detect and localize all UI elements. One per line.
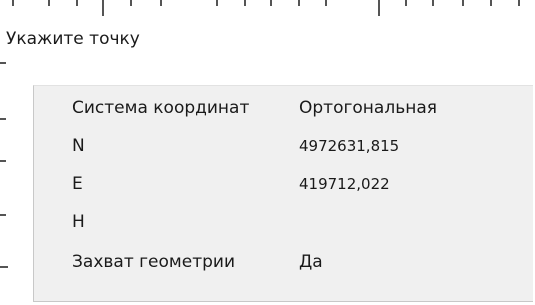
ruler-tick [462,0,464,6]
ruler-tick [76,0,78,6]
property-label: E [72,174,83,194]
ruler-tick [270,0,272,6]
ruler-tick [160,0,162,6]
ruler-tick [432,0,434,6]
top-ruler [0,0,535,20]
property-row-h[interactable]: H [34,204,534,240]
property-value[interactable]: Да [299,252,323,272]
left-ruler-tick [0,214,6,216]
property-value[interactable]: 419712,022 [299,175,390,193]
left-ruler-tick [0,62,6,64]
ruler-tick [490,0,492,6]
property-row-n[interactable]: N 4972631,815 [34,128,534,164]
property-label: H [72,212,85,232]
ruler-tick [12,0,14,6]
property-row-coordinate-system[interactable]: Система координат Ортогональная [34,90,534,126]
drawing-canvas[interactable]: Укажите точку Система координат Ортогона… [0,0,535,305]
left-ruler-tick [0,266,8,268]
ruler-tick [216,0,218,6]
property-value[interactable]: 4972631,815 [299,137,399,155]
ruler-tick [378,0,380,16]
property-label: Система координат [72,98,250,118]
ruler-tick [405,0,407,6]
property-label: N [72,136,85,156]
ruler-tick [130,0,132,6]
property-value[interactable]: Ортогональная [299,98,437,118]
dynamic-input-panel: Система координат Ортогональная N 497263… [33,85,533,302]
ruler-tick [518,0,520,6]
ruler-tick [298,0,300,6]
property-label: Захват геометрии [72,252,235,272]
property-row-e[interactable]: E 419712,022 [34,166,534,202]
property-row-geometry-snap[interactable]: Захват геометрии Да [34,244,534,280]
ruler-tick [102,0,104,16]
left-ruler-tick [0,118,6,120]
left-ruler-tick [0,160,6,162]
ruler-tick [48,0,50,6]
command-prompt: Укажите точку [6,29,140,49]
ruler-tick [325,0,327,6]
ruler-tick [244,0,246,6]
